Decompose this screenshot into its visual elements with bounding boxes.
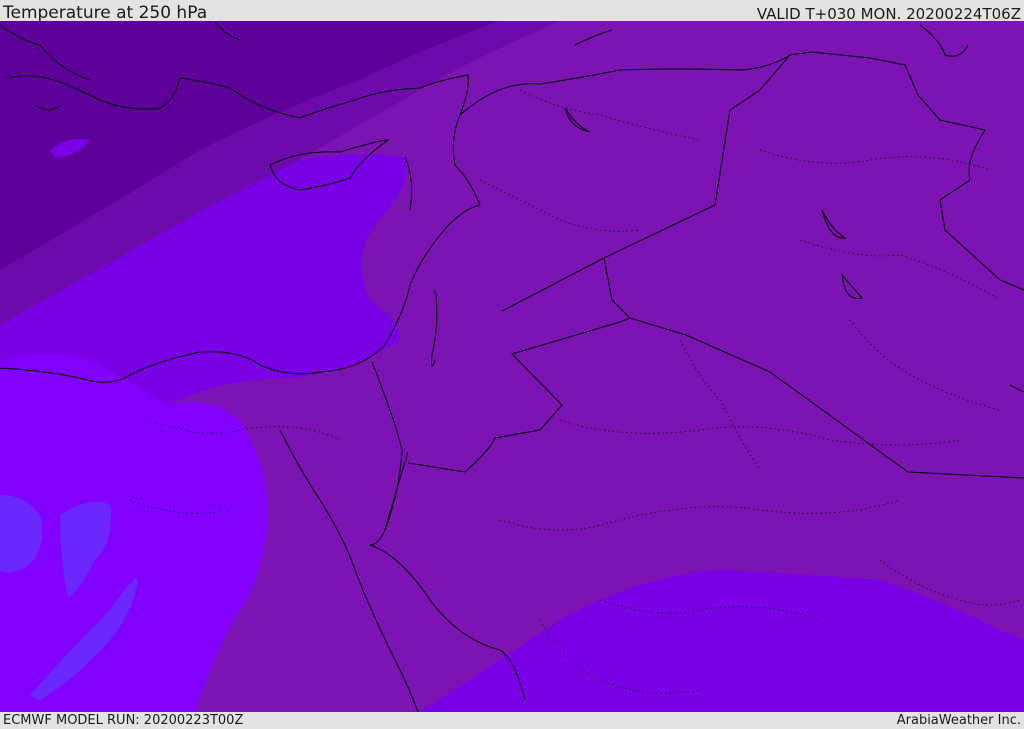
- map-canvas: [0, 21, 1024, 712]
- weather-map[interactable]: [0, 21, 1024, 712]
- model-run-label: ECMWF MODEL RUN: 20200223T00Z: [3, 713, 244, 728]
- credit-label: ArabiaWeather Inc.: [896, 713, 1021, 728]
- map-title: Temperature at 250 hPa: [3, 3, 208, 23]
- header-bar: Temperature at 250 hPa VALID T+030 MON. …: [0, 0, 1024, 23]
- footer-bar: ECMWF MODEL RUN: 20200223T00Z ArabiaWeat…: [0, 712, 1024, 729]
